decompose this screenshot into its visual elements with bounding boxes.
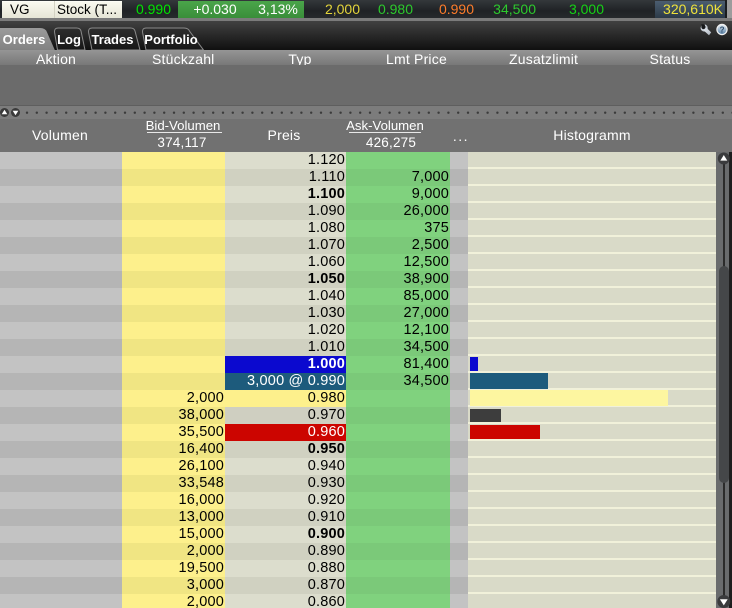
svg-text:Trades: Trades: [92, 32, 134, 47]
svg-text:Orders: Orders: [3, 32, 46, 47]
svg-text:Log: Log: [57, 32, 81, 47]
svg-text:Portfolio: Portfolio: [144, 32, 197, 47]
svg-text:?: ?: [720, 26, 725, 35]
